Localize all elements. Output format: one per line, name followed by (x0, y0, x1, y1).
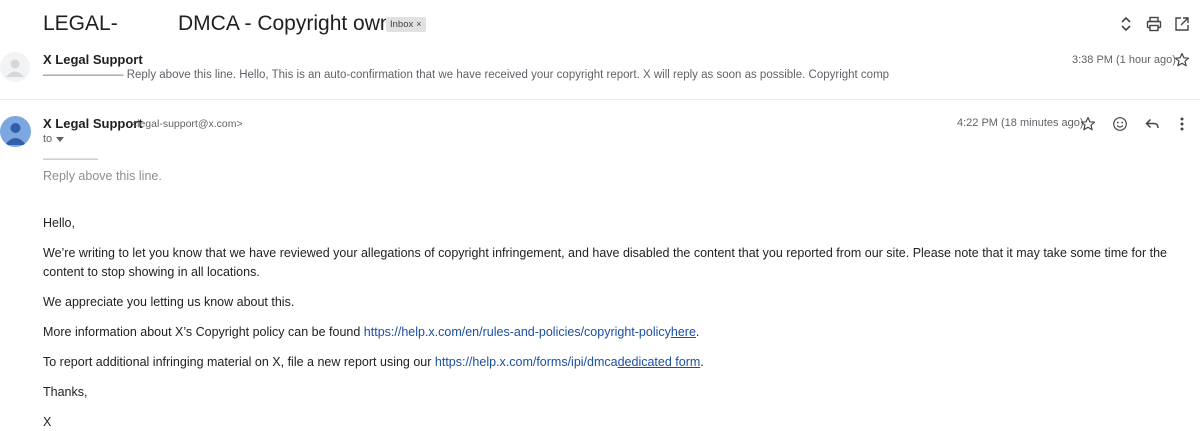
message-divider (0, 99, 1200, 100)
report-text: To report additional infringing material… (43, 355, 435, 369)
signature: X (43, 415, 52, 429)
dedicated-form-link[interactable]: dedicated form (618, 355, 701, 369)
thread-subject: DMCA - Copyright owner (178, 12, 411, 35)
to-label: to (43, 133, 53, 145)
star-icon[interactable] (1078, 114, 1098, 134)
policy-text: More information about X’s Copyright pol… (43, 325, 364, 339)
body-paragraph-policy: More information about X’s Copyright pol… (43, 323, 699, 342)
copyright-policy-link[interactable]: https://help.x.com/en/rules-and-policies… (364, 325, 671, 339)
subject-row: LEGAL- DMCA - Copyright owner Inbox × (0, 0, 1200, 48)
subject-prefix: LEGAL- (43, 12, 118, 35)
report-period: . (700, 355, 704, 369)
expand-collapse-icon[interactable] (1116, 14, 1136, 34)
message-time: 4:22 PM (18 minutes ago) (957, 117, 1084, 129)
sender-email: <legal-support@x.com> (131, 118, 243, 130)
inbox-label-text: Inbox (390, 19, 414, 30)
body-paragraph-thanks: We appreciate you letting us know about … (43, 295, 295, 309)
greeting: Hello, (43, 216, 75, 230)
chevron-down-icon (56, 136, 65, 142)
policy-period: . (695, 325, 700, 339)
print-icon[interactable] (1144, 14, 1164, 34)
reply-above-line: Reply above this line. (43, 169, 162, 183)
star-icon[interactable] (1172, 50, 1192, 70)
emoji-reaction-icon[interactable] (1110, 114, 1130, 134)
message-snippet[interactable]: ——————— Reply above this line. Hello, Th… (43, 69, 1053, 81)
body-paragraph-report: To report additional infringing material… (43, 353, 704, 372)
remove-label-icon[interactable]: × (416, 19, 421, 29)
dmca-form-link[interactable]: https://help.x.com/forms/ipi/dmca (435, 355, 618, 369)
sender-avatar[interactable] (0, 116, 31, 147)
sender-name[interactable]: X Legal Support (43, 116, 143, 131)
inbox-label-chip[interactable]: Inbox × (386, 17, 426, 32)
here-link[interactable]: here (671, 325, 696, 339)
body-paragraph-review: We’re writing to let you know that we ha… (43, 246, 1167, 279)
avatar[interactable] (0, 52, 30, 82)
collapsed-message-time: 3:38 PM (1 hour ago) (1072, 54, 1176, 66)
more-options-icon[interactable] (1172, 114, 1192, 134)
open-new-window-icon[interactable] (1172, 14, 1192, 34)
collapsed-sender-name[interactable]: X Legal Support (43, 52, 143, 67)
reply-separator: ————— (43, 153, 98, 165)
recipient-details-toggle[interactable]: to (43, 133, 65, 145)
reply-icon[interactable] (1142, 114, 1162, 134)
signoff: Thanks, (43, 385, 88, 399)
